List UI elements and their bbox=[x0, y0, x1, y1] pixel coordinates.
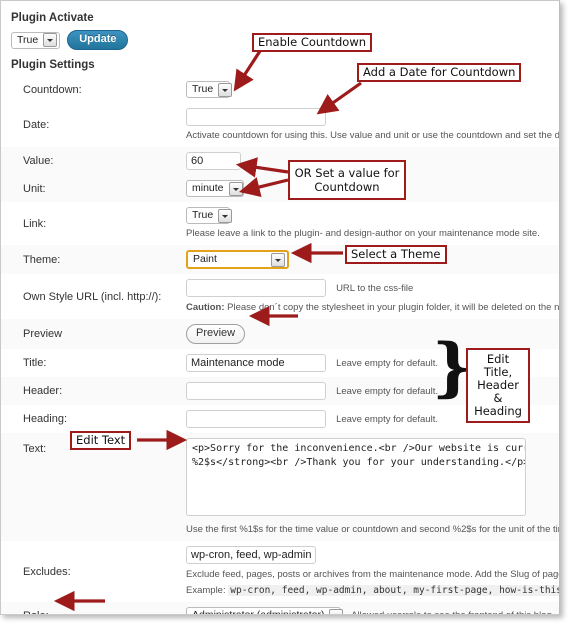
annotation-add-date: Add a Date for Countdown bbox=[357, 63, 522, 82]
date-hint: Activate countdown for using this. Use v… bbox=[186, 130, 559, 141]
header-input[interactable] bbox=[186, 382, 326, 400]
table-row-date: Date: Activate countdown for using this.… bbox=[1, 103, 559, 147]
text-hint: Use the first %1$s for the time value or… bbox=[186, 524, 559, 535]
plugin-activate-heading: Plugin Activate bbox=[11, 12, 94, 24]
link-label: Link: bbox=[23, 217, 47, 230]
chevron-down-icon bbox=[329, 608, 344, 614]
date-label: Date: bbox=[23, 119, 50, 131]
unit-select-value: minute bbox=[192, 182, 224, 194]
own-style-label: Own Style URL (incl. http://): bbox=[23, 290, 162, 303]
title-hint: Leave empty for default. bbox=[336, 357, 438, 369]
annotation-enable-countdown: Enable Countdown bbox=[252, 33, 373, 52]
chevron-down-icon bbox=[43, 33, 58, 47]
chevron-down-icon bbox=[228, 181, 243, 196]
theme-select-value: Paint bbox=[193, 253, 217, 265]
preview-field: Preview bbox=[186, 319, 559, 349]
settings-panel-inner: Plugin Activate True Update Plugin Setti… bbox=[1, 1, 559, 614]
table-row-value: Value: bbox=[1, 147, 559, 175]
link-hint: Please leave a link to the plugin- and d… bbox=[186, 228, 540, 239]
excludes-field: Exclude feed, pages, posts or archives f… bbox=[186, 541, 559, 602]
excludes-example: Example: wp-cron, feed, wp-admin, about,… bbox=[186, 584, 559, 597]
table-row-excludes: Excludes: Exclude feed, pages, posts or … bbox=[1, 541, 559, 602]
settings-table: Countdown: True Date: Activate countdown… bbox=[1, 76, 559, 615]
excludes-example-code: wp-cron, feed, wp-admin, about, my-first… bbox=[228, 585, 559, 596]
annotation-edit-title-line2: Header & bbox=[477, 378, 519, 405]
own-style-caution: Caution: Please don´t copy the styleshee… bbox=[186, 301, 559, 314]
preview-label: Preview bbox=[1, 319, 186, 349]
excludes-input[interactable] bbox=[186, 546, 316, 564]
role-label: Role: bbox=[1, 602, 186, 614]
role-field: Administrator (administrator) Allowed us… bbox=[186, 602, 559, 615]
excludes-label: Excludes: bbox=[23, 565, 71, 578]
annotation-select-theme: Select a Theme bbox=[345, 245, 447, 264]
own-style-field: URL to the css-file Caution: Please don´… bbox=[186, 274, 559, 319]
date-input[interactable] bbox=[186, 108, 326, 126]
chevron-down-icon bbox=[218, 208, 233, 223]
activate-select-value: True bbox=[17, 33, 39, 46]
table-row-link: Link: True Please leave a link to the pl… bbox=[1, 202, 559, 245]
link-select-value: True bbox=[192, 209, 214, 221]
heading-input[interactable] bbox=[186, 410, 326, 428]
theme-select[interactable]: Paint bbox=[186, 250, 289, 269]
update-button[interactable]: Update bbox=[67, 30, 129, 50]
chevron-down-icon bbox=[218, 82, 233, 97]
table-row-own-style: Own Style URL (incl. http://): URL to th… bbox=[1, 274, 559, 319]
own-style-hint: URL to the css-file bbox=[336, 282, 414, 294]
text-textarea[interactable] bbox=[186, 438, 526, 516]
theme-label: Theme: bbox=[1, 245, 186, 274]
date-field: Activate countdown for using this. Use v… bbox=[186, 103, 559, 147]
table-row-preview: Preview Preview bbox=[1, 319, 559, 349]
chevron-down-icon bbox=[271, 252, 285, 267]
countdown-select[interactable]: True bbox=[186, 81, 233, 98]
value-input[interactable] bbox=[186, 152, 241, 170]
role-select-value: Administrator (administrator) bbox=[192, 609, 325, 615]
annotation-edit-title: Edit Title, Header & Heading bbox=[466, 348, 530, 423]
link-field: True Please leave a link to the plugin- … bbox=[186, 202, 559, 245]
role-select[interactable]: Administrator (administrator) bbox=[186, 607, 344, 615]
caution-label: Caution: bbox=[186, 302, 225, 313]
title-label: Title: bbox=[23, 357, 47, 369]
header-hint: Leave empty for default. bbox=[336, 385, 438, 397]
unit-label: Unit: bbox=[1, 175, 186, 202]
heading-label: Heading: bbox=[23, 413, 68, 425]
caution-text: Please don´t copy the stylesheet in your… bbox=[224, 302, 559, 313]
table-row-unit: Unit: minute bbox=[1, 175, 559, 202]
countdown-select-value: True bbox=[192, 83, 214, 95]
annotation-or-set-value: OR Set a value for Countdown bbox=[288, 160, 406, 200]
annotation-or-set-value-line1: OR Set a value for bbox=[294, 166, 400, 180]
text-field: Use the first %1$s for the time value or… bbox=[186, 433, 559, 541]
annotation-edit-title-line1: Edit Title, bbox=[483, 352, 513, 379]
table-row-role: Role: Administrator (administrator) Allo… bbox=[1, 602, 559, 615]
preview-button[interactable]: Preview bbox=[186, 324, 246, 344]
annotation-or-set-value-line2: Countdown bbox=[314, 180, 380, 194]
link-select[interactable]: True bbox=[186, 207, 233, 224]
heading-hint: Leave empty for default. bbox=[336, 413, 438, 425]
own-style-input[interactable] bbox=[186, 279, 326, 297]
excludes-hint: Exclude feed, pages, posts or archives f… bbox=[186, 569, 559, 580]
activate-select[interactable]: True bbox=[11, 31, 61, 49]
screenshot-root: Plugin Activate True Update Plugin Setti… bbox=[0, 0, 570, 623]
excludes-example-label: Example: bbox=[186, 585, 226, 596]
settings-panel: Plugin Activate True Update Plugin Setti… bbox=[0, 0, 560, 615]
value-label: Value: bbox=[1, 147, 186, 175]
table-row-theme: Theme: Paint bbox=[1, 245, 559, 274]
role-hint: Allowed userrole to see the frontend of … bbox=[351, 609, 554, 614]
annotation-edit-title-line3: Heading bbox=[474, 404, 522, 418]
unit-select[interactable]: minute bbox=[186, 180, 244, 197]
title-input[interactable] bbox=[186, 354, 326, 372]
annotation-edit-text: Edit Text bbox=[70, 431, 132, 450]
countdown-label: Countdown: bbox=[23, 83, 82, 96]
header-label: Header: bbox=[1, 377, 186, 405]
